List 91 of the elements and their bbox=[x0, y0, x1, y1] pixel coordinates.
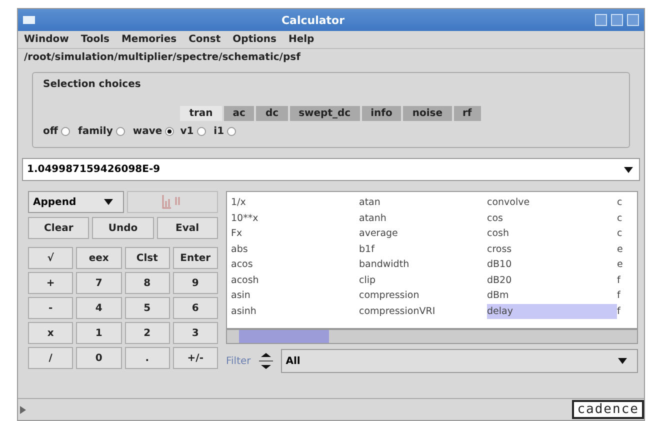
analysis-tab[interactable]: info bbox=[362, 106, 402, 121]
logo: cadence bbox=[572, 400, 644, 419]
group-title: Selection choices bbox=[43, 79, 142, 90]
mode-radio[interactable]: wave bbox=[132, 126, 174, 136]
function-item[interactable]: dB20 bbox=[487, 272, 617, 288]
edit-button[interactable]: Eval bbox=[156, 217, 218, 239]
function-item[interactable]: compressionVRI bbox=[359, 304, 487, 319]
keypad-key[interactable]: 2 bbox=[124, 322, 170, 344]
function-item[interactable]: e bbox=[617, 257, 633, 272]
function-item[interactable]: compression bbox=[359, 288, 487, 304]
function-item[interactable]: atanh bbox=[359, 210, 487, 226]
keypad-key[interactable]: √ bbox=[28, 247, 74, 269]
menu-item[interactable]: Memories bbox=[121, 34, 177, 45]
function-item[interactable]: delay bbox=[487, 304, 617, 319]
keypad-key[interactable]: 9 bbox=[172, 272, 218, 294]
function-item[interactable]: dB10 bbox=[487, 257, 617, 272]
mode-dropdown[interactable]: Append bbox=[28, 191, 124, 213]
signal-radio[interactable]: v1 bbox=[180, 126, 206, 136]
function-item[interactable]: abs bbox=[231, 242, 359, 257]
function-item[interactable]: average bbox=[359, 226, 487, 242]
function-item[interactable]: acos bbox=[231, 257, 359, 272]
keypad-key[interactable]: 7 bbox=[76, 272, 122, 294]
path-label: /root/simulation/multiplier/spectre/schematic/psf bbox=[23, 51, 302, 65]
minimize-button[interactable] bbox=[595, 14, 607, 26]
menu-item[interactable]: Tools bbox=[80, 34, 110, 45]
chart-button[interactable] bbox=[127, 191, 218, 213]
keypad-key[interactable]: 1 bbox=[76, 322, 122, 344]
keypad-key[interactable]: 6 bbox=[172, 297, 218, 319]
filter-label: Filter bbox=[226, 356, 251, 366]
keypad-key[interactable]: Enter bbox=[172, 247, 218, 269]
function-item[interactable]: cos bbox=[487, 210, 617, 226]
function-item[interactable]: b1f bbox=[359, 242, 487, 257]
function-item[interactable]: dBm bbox=[487, 288, 617, 304]
keypad-key[interactable]: 5 bbox=[124, 297, 170, 319]
function-item[interactable]: e bbox=[617, 242, 633, 257]
keypad-key[interactable]: 0 bbox=[76, 347, 122, 369]
function-item[interactable]: f bbox=[617, 304, 633, 319]
function-item[interactable]: acosh bbox=[231, 272, 359, 288]
function-item[interactable]: asinh bbox=[231, 304, 359, 319]
analysis-tab[interactable]: tran bbox=[180, 106, 222, 121]
window-title: Calculator bbox=[280, 14, 346, 26]
spinner-icon[interactable] bbox=[256, 350, 275, 372]
menu-item[interactable]: Window bbox=[24, 34, 69, 45]
caret-icon bbox=[618, 358, 627, 364]
keypad-key[interactable]: 4 bbox=[76, 297, 122, 319]
function-item[interactable]: 1/x bbox=[231, 195, 359, 210]
keypad-key[interactable]: . bbox=[124, 347, 170, 369]
caret-icon bbox=[624, 166, 633, 172]
edit-button[interactable]: Undo bbox=[92, 217, 154, 239]
function-item[interactable]: cosh bbox=[487, 226, 617, 242]
keypad-key[interactable]: 3 bbox=[172, 322, 218, 344]
filter-dropdown[interactable]: All bbox=[280, 349, 638, 373]
mode-radio[interactable]: off bbox=[43, 126, 70, 136]
analysis-tab[interactable]: dc bbox=[256, 106, 288, 121]
caret-icon bbox=[104, 199, 113, 205]
menu-item[interactable]: Options bbox=[232, 34, 276, 45]
scrollbar-thumb[interactable] bbox=[239, 330, 329, 343]
function-item[interactable]: f bbox=[617, 288, 633, 304]
keypad-key[interactable]: eex bbox=[76, 247, 122, 269]
function-item[interactable]: c bbox=[617, 195, 633, 210]
edit-button[interactable]: Clear bbox=[28, 217, 90, 239]
menu-item[interactable]: Const bbox=[188, 34, 221, 45]
analysis-tab[interactable]: swept_dc bbox=[290, 106, 360, 121]
play-icon bbox=[20, 406, 26, 414]
maximize-button[interactable] bbox=[611, 14, 623, 26]
analysis-tab[interactable]: noise bbox=[403, 106, 452, 121]
function-item[interactable]: f bbox=[617, 272, 633, 288]
keypad-key[interactable]: 8 bbox=[124, 272, 170, 294]
function-item[interactable]: c bbox=[617, 210, 633, 226]
function-item[interactable]: asin bbox=[231, 288, 359, 304]
keypad-key[interactable]: + bbox=[28, 272, 74, 294]
function-item[interactable]: Fx bbox=[231, 226, 359, 242]
signal-radio[interactable]: i1 bbox=[214, 126, 236, 136]
function-item[interactable]: bandwidth bbox=[359, 257, 487, 272]
function-item[interactable]: atan bbox=[359, 195, 487, 210]
keypad-key[interactable]: +/- bbox=[172, 347, 218, 369]
analysis-tab[interactable]: rf bbox=[454, 106, 481, 121]
keypad-key[interactable]: / bbox=[28, 347, 74, 369]
function-item[interactable]: 10**x bbox=[231, 210, 359, 226]
function-item[interactable]: convolve bbox=[487, 195, 617, 210]
close-button[interactable] bbox=[627, 14, 639, 26]
keypad-key[interactable]: - bbox=[28, 297, 74, 319]
function-item[interactable]: c bbox=[617, 226, 633, 242]
horizontal-scrollbar[interactable] bbox=[226, 329, 638, 344]
mode-radio[interactable]: family bbox=[78, 126, 125, 136]
keypad-key[interactable]: x bbox=[28, 322, 74, 344]
menu-item[interactable]: Help bbox=[288, 34, 314, 45]
analysis-tab[interactable]: ac bbox=[224, 106, 254, 121]
keypad-key[interactable]: Clst bbox=[124, 247, 170, 269]
function-item[interactable]: cross bbox=[487, 242, 617, 257]
function-item[interactable]: clip bbox=[359, 272, 487, 288]
